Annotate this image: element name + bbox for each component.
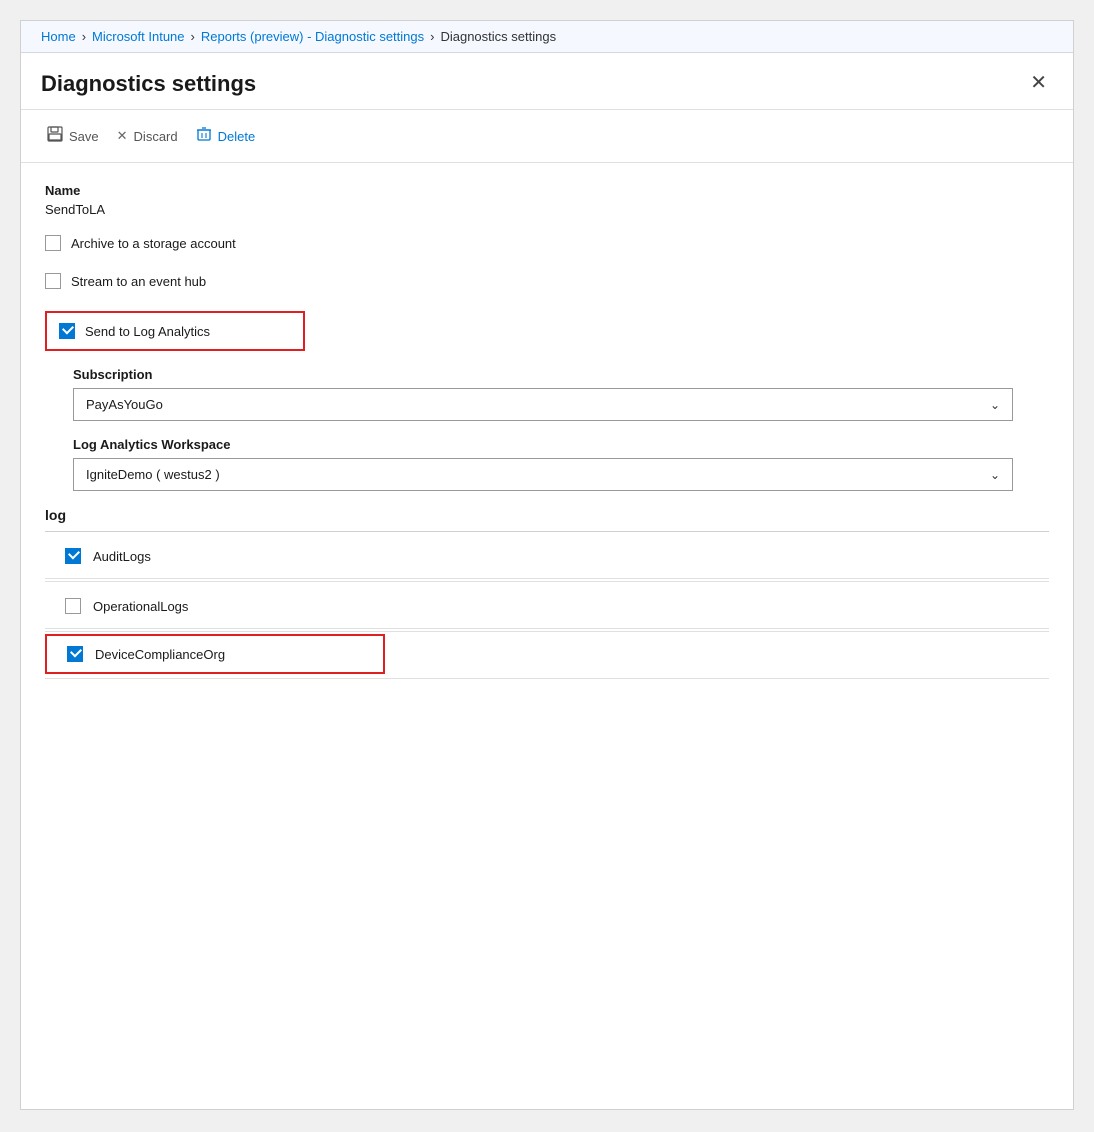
device-compliance-checkbox[interactable] xyxy=(67,646,83,662)
subscription-chevron-icon: ⌄ xyxy=(990,398,1000,412)
discard-button[interactable]: ✕ Discard xyxy=(111,122,190,150)
archive-checkbox[interactable] xyxy=(45,235,61,251)
send-to-la-label[interactable]: Send to Log Analytics xyxy=(85,324,210,339)
send-to-la-checkbox[interactable] xyxy=(59,323,75,339)
delete-button[interactable]: Delete xyxy=(190,120,268,152)
audit-logs-checkbox[interactable] xyxy=(65,548,81,564)
breadcrumb-current: Diagnostics settings xyxy=(440,29,556,44)
log-section-title: log xyxy=(45,507,66,523)
diagnostics-settings-panel: Home › Microsoft Intune › Reports (previ… xyxy=(20,20,1074,1110)
stream-checkbox[interactable] xyxy=(45,273,61,289)
subscription-dropdown[interactable]: PayAsYouGo ⌄ xyxy=(73,388,1013,421)
breadcrumb-reports[interactable]: Reports (preview) - Diagnostic settings xyxy=(201,29,424,44)
delete-label: Delete xyxy=(218,129,256,144)
archive-checkbox-row: Archive to a storage account xyxy=(45,235,1049,251)
breadcrumb: Home › Microsoft Intune › Reports (previ… xyxy=(21,21,1073,53)
archive-label[interactable]: Archive to a storage account xyxy=(71,236,236,251)
device-compliance-item: DeviceComplianceOrg xyxy=(45,634,385,674)
breadcrumb-sep-2: › xyxy=(191,29,195,44)
device-compliance-row-wrapper: DeviceComplianceOrg xyxy=(45,632,1049,679)
breadcrumb-sep-3: › xyxy=(430,29,434,44)
send-to-la-row: Send to Log Analytics xyxy=(45,311,305,351)
form-content: Name SendToLA Archive to a storage accou… xyxy=(21,163,1073,699)
save-button[interactable]: Save xyxy=(41,120,111,152)
operational-logs-checkbox[interactable] xyxy=(65,598,81,614)
operational-logs-row-wrapper: OperationalLogs xyxy=(45,582,1049,632)
breadcrumb-intune[interactable]: Microsoft Intune xyxy=(92,29,185,44)
save-icon xyxy=(47,126,63,146)
workspace-chevron-icon: ⌄ xyxy=(990,468,1000,482)
breadcrumb-home[interactable]: Home xyxy=(41,29,76,44)
discard-label: Discard xyxy=(134,129,178,144)
save-label: Save xyxy=(69,129,99,144)
audit-logs-item: AuditLogs xyxy=(45,534,1049,579)
subscription-label: Subscription xyxy=(73,367,1049,382)
panel-header: Diagnostics settings ✕ xyxy=(21,53,1073,110)
close-button[interactable]: ✕ xyxy=(1024,71,1053,95)
breadcrumb-sep-1: › xyxy=(82,29,86,44)
name-field-container: Name SendToLA xyxy=(45,183,1049,217)
device-compliance-label[interactable]: DeviceComplianceOrg xyxy=(95,647,225,662)
subscription-value: PayAsYouGo xyxy=(86,397,163,412)
workspace-value: IgniteDemo ( westus2 ) xyxy=(86,467,220,482)
workspace-dropdown[interactable]: IgniteDemo ( westus2 ) ⌄ xyxy=(73,458,1013,491)
subscription-section: Subscription PayAsYouGo ⌄ xyxy=(45,367,1049,421)
name-value: SendToLA xyxy=(45,202,1049,217)
workspace-label: Log Analytics Workspace xyxy=(73,437,1049,452)
stream-checkbox-row: Stream to an event hub xyxy=(45,273,1049,289)
toolbar: Save ✕ Discard Delete xyxy=(21,110,1073,163)
operational-logs-label[interactable]: OperationalLogs xyxy=(93,599,188,614)
delete-icon xyxy=(196,126,212,146)
name-label: Name xyxy=(45,183,1049,198)
discard-icon: ✕ xyxy=(117,128,128,144)
log-items-container: AuditLogs OperationalLogs DeviceComplian… xyxy=(45,532,1049,679)
page-title: Diagnostics settings xyxy=(41,71,256,97)
audit-logs-label[interactable]: AuditLogs xyxy=(93,549,151,564)
audit-logs-row-wrapper: AuditLogs xyxy=(45,532,1049,582)
log-section-header: log xyxy=(45,507,1049,532)
log-section: log AuditLogs OperationalLogs xyxy=(45,507,1049,679)
stream-label[interactable]: Stream to an event hub xyxy=(71,274,206,289)
operational-logs-item: OperationalLogs xyxy=(45,584,1049,629)
workspace-section: Log Analytics Workspace IgniteDemo ( wes… xyxy=(45,437,1049,491)
